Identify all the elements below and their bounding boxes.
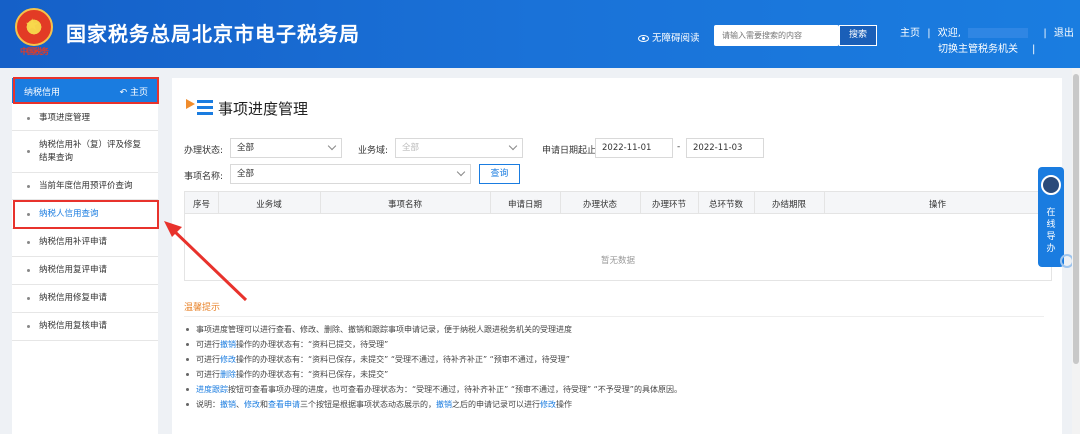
tip-line: 进度跟踪按钮可查看事项办理的进度，也可查看办理状态为：“受理不通过，待补齐补正”… — [186, 384, 682, 395]
progress-table: 序号 业务域 事项名称 申请日期 办理状态 办理环节 总环节数 办结期限 操作 … — [184, 191, 1052, 281]
home-link[interactable]: 主页 — [900, 28, 920, 39]
tips-title: 温馨提示 — [184, 303, 221, 313]
sidebar-item-repair-apply[interactable]: 纳税信用修复申请 — [12, 285, 158, 313]
query-button[interactable]: 查询 — [479, 164, 520, 184]
sidebar-item-pre-evaluation[interactable]: 当前年度信用预评价查询 — [12, 173, 158, 200]
top-header: ★ 中国税务 国家税务总局北京市电子税务局 无障碍阅读 搜索 主页 | 欢迎, … — [0, 0, 1080, 68]
tax-emblem-logo: ★ 中国税务 — [12, 8, 56, 60]
switch-authority-link[interactable]: 切换主管税务机关 | — [938, 40, 1035, 55]
col-deadline: 办结期限 — [771, 200, 806, 210]
user-links: 主页 | 欢迎, | 退出 — [900, 28, 1074, 39]
sidebar-item-result-query[interactable]: 纳税信用补（复）评及修复结果查询 — [12, 131, 158, 173]
tip-line: 可进行删除操作的办理状态有：“资料已保存，未提交” — [186, 369, 388, 380]
tip-link[interactable]: 撤销 — [220, 400, 236, 409]
online-guide-label: 在线导办 — [1046, 208, 1056, 254]
col-actions: 操作 — [928, 200, 946, 210]
tip-link[interactable]: 撤销 — [220, 340, 236, 349]
assistant-avatar-icon — [1041, 175, 1061, 195]
item-name-label: 事项名称: — [184, 172, 224, 182]
tip-link[interactable]: 删除 — [220, 370, 236, 379]
username-redacted — [968, 28, 1029, 38]
page-title: 事项进度管理 — [218, 100, 309, 118]
eye-icon — [638, 35, 649, 42]
tip-line: 可进行修改操作的办理状态有：“资料已保存，未提交” “受理不通过，待补齐补正” … — [186, 354, 570, 365]
list-title-icon — [186, 99, 213, 115]
chevron-down-icon — [508, 141, 518, 151]
search-input[interactable] — [714, 25, 839, 46]
status-label: 办理状态: — [184, 146, 224, 156]
main-panel: 事项进度管理 办理状态: 全部 业务域: 全部 申请日期起止: 2022-11-… — [172, 78, 1062, 434]
logout-link[interactable]: 退出 — [1054, 28, 1074, 39]
col-apply-date: 申请日期 — [507, 200, 542, 210]
tip-link[interactable]: 修改 — [244, 400, 260, 409]
domain-select[interactable]: 全部 — [395, 138, 523, 158]
online-guide-widget[interactable]: 在线导办 — [1038, 167, 1064, 267]
site-title: 国家税务总局北京市电子税务局 — [66, 22, 360, 46]
tip-link[interactable]: 撤销 — [436, 400, 452, 409]
sidebar-item-reevaluate-apply[interactable]: 纳税信用复评申请 — [12, 257, 158, 285]
item-name-select[interactable]: 全部 — [230, 164, 471, 184]
sidebar: 纳税信用 ↶ 主页 事项进度管理 纳税信用补（复）评及修复结果查询 当前年度信用… — [12, 78, 158, 434]
status-select[interactable]: 全部 — [230, 138, 342, 158]
welcome-text: 欢迎, — [937, 28, 961, 39]
date-from-input[interactable]: 2022-11-01 — [595, 138, 673, 158]
divider — [184, 316, 1044, 317]
date-to-input[interactable]: 2022-11-03 — [686, 138, 764, 158]
tip-line: 可进行撤销操作的办理状态有：“资料已提交，待受理” — [186, 339, 388, 350]
tip-link[interactable]: 修改 — [220, 355, 236, 364]
tip-link[interactable]: 进度跟踪 — [196, 385, 228, 394]
domain-label: 业务域: — [358, 146, 389, 156]
chevron-down-icon — [327, 141, 337, 151]
tip-line: 说明：撤销、修改和查看申请三个按钮是根据事项状态动态展示的，撤销之后的申请记录可… — [186, 399, 572, 410]
date-range-label: 申请日期起止: — [542, 146, 600, 156]
col-index: 序号 — [192, 200, 210, 210]
col-status: 办理状态 — [582, 200, 617, 210]
col-domain: 业务域 — [256, 200, 282, 210]
tip-link[interactable]: 修改 — [540, 400, 556, 409]
search-button[interactable]: 搜索 — [839, 25, 877, 46]
chevron-down-icon — [456, 167, 466, 177]
accessibility-link[interactable]: 无障碍阅读 — [638, 30, 700, 44]
col-item-name: 事项名称 — [387, 200, 422, 210]
scrollbar-thumb[interactable] — [1073, 74, 1079, 364]
highlight-box-header — [13, 77, 159, 104]
tip-link[interactable]: 查看申请 — [268, 400, 300, 409]
col-total-steps: 总环节数 — [708, 200, 743, 210]
highlight-box-credit-query — [13, 200, 159, 229]
col-step: 办理环节 — [651, 200, 686, 210]
table-empty-text: 暂无数据 — [600, 256, 635, 266]
sidebar-item-supplement-apply[interactable]: 纳税信用补评申请 — [12, 229, 158, 257]
table-header: 序号 业务域 事项名称 申请日期 办理状态 办理环节 总环节数 办结期限 操作 — [185, 192, 1051, 214]
sidebar-item-review-apply[interactable]: 纳税信用复核申请 — [12, 313, 158, 341]
sidebar-item-progress[interactable]: 事项进度管理 — [12, 106, 158, 131]
tip-line: 事项进度管理可以进行查看、修改、删除、撤销和跟踪事项申请记录，便于纳税人跟进税务… — [186, 324, 572, 335]
